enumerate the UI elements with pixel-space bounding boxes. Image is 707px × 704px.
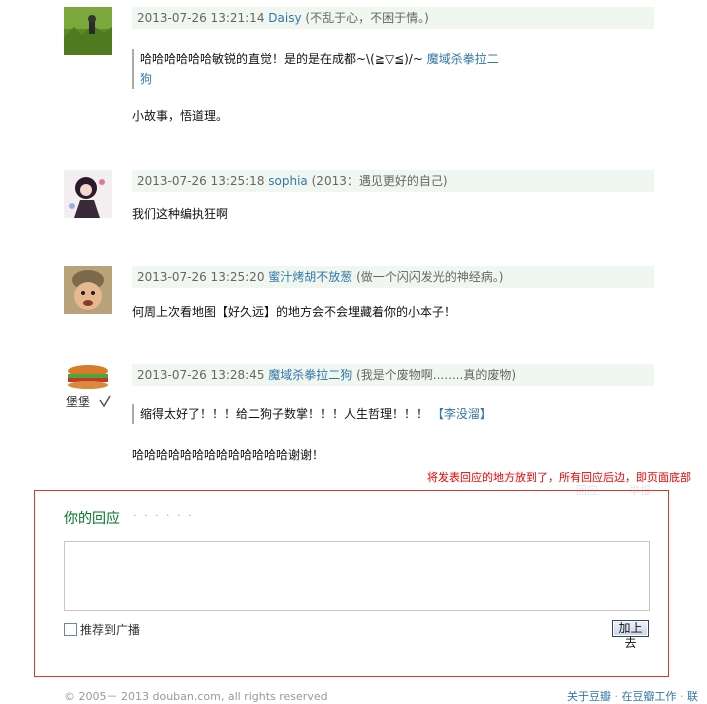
avatar[interactable]	[64, 170, 112, 218]
comment-text: 小故事，悟道理。	[132, 109, 229, 123]
comment-time: 2013-07-26 13:25:18	[137, 174, 265, 188]
avatar-image-field: 堡堡	[64, 364, 112, 412]
comment-text: 我们这种编执狂啊	[132, 207, 229, 221]
recommend-checkbox[interactable]	[64, 623, 77, 636]
comment-item: 2013-07-26 13:25:18 sophia (2013：遇见更好的自己…	[64, 170, 664, 230]
title-dots: · · · · · ·	[133, 509, 194, 522]
reply-section: 你的回应 · · · · · · 推荐到广播 加上去	[34, 490, 669, 677]
footer-link-jobs[interactable]: 在豆瓣工作	[622, 690, 677, 703]
comment-time: 2013-07-26 13:28:45	[137, 368, 265, 382]
avatar-image-field	[64, 170, 112, 218]
comment-quote: 哈哈哈哈哈哈敏锐的直觉！是的是在成都~\(≧▽≦)/~ 魔域杀拳拉二狗	[132, 49, 500, 89]
footer-link-contact[interactable]: 联	[687, 690, 698, 703]
avatar-image-field	[64, 266, 112, 314]
comment-user-link[interactable]: 魔域杀拳拉二狗	[268, 368, 352, 382]
comment-text: 何周上次看地图【好久远】的地方会不会埋藏着你的小本子！	[132, 305, 457, 319]
footer-copyright: © 2005－ 2013 douban.com, all rights rese…	[64, 690, 328, 703]
comment-signature: (2013：遇见更好的自己)	[311, 174, 448, 188]
comment-meta: 2013-07-26 13:28:45 魔域杀拳拉二狗 (我是个废物啊.....…	[132, 364, 654, 386]
recommend-label: 推荐到广播	[80, 623, 141, 637]
comment-meta: 2013-07-26 13:21:14 Daisy (不乱于心，不困于情。)	[132, 7, 654, 29]
comment-meta: 2013-07-26 13:25:18 sophia (2013：遇见更好的自己…	[132, 170, 654, 192]
avatar[interactable]	[64, 7, 112, 55]
reply-title: 你的回应	[64, 511, 120, 527]
comment-item: 2013-07-26 13:25:20 蜜汁烤胡不放葱 (做一个闪闪发光的神经病…	[64, 266, 664, 326]
avatar[interactable]: 堡堡	[64, 364, 112, 412]
quote-text: 哈哈哈哈哈哈敏锐的直觉！是的是在成都~\(≧▽≦)/~	[140, 52, 427, 66]
comment-meta: 2013-07-26 13:25:20 蜜汁烤胡不放葱 (做一个闪闪发光的神经病…	[132, 266, 654, 288]
comment-user-link[interactable]: Daisy	[268, 11, 301, 25]
reply-textarea[interactable]	[64, 541, 650, 611]
comment-user-link[interactable]: 蜜汁烤胡不放葱	[268, 270, 352, 284]
comment-time: 2013-07-26 13:25:20	[137, 270, 265, 284]
recommend-option[interactable]: 推荐到广播	[64, 622, 140, 638]
svg-text:堡堡: 堡堡	[66, 394, 90, 409]
comment-quote: 缩得太好了！！！给二狗子数掌！！！人生哲理！！！ 【李没溜】	[132, 404, 540, 424]
comment-text: 哈哈哈哈哈哈哈哈哈哈哈哈哈谢谢！	[132, 448, 325, 462]
comment-item: 堡堡 2013-07-26 13:28:45 魔域杀拳拉二狗 (我是个废物啊..…	[64, 364, 664, 474]
comment-signature: (做一个闪闪发光的神经病。)	[356, 270, 504, 284]
submit-button[interactable]: 加上去	[612, 620, 649, 650]
comment-signature: (不乱于心，不困于情。)	[305, 11, 429, 25]
avatar-image-field	[64, 7, 112, 55]
quote-author-link[interactable]: 【李没溜】	[432, 407, 492, 421]
comment-user-link[interactable]: sophia	[268, 174, 308, 188]
comment-time: 2013-07-26 13:21:14	[137, 11, 265, 25]
comment-item: 2013-07-26 13:21:14 Daisy (不乱于心，不困于情。) 哈…	[64, 7, 664, 127]
footer-links: 关于豆瓣 · 在豆瓣工作 · 联	[567, 690, 698, 703]
quote-text: 缩得太好了！！！给二狗子数掌！！！人生哲理！！！	[140, 407, 432, 421]
comment-signature: (我是个废物啊........真的废物)	[356, 368, 517, 382]
footer-link-about[interactable]: 关于豆瓣	[567, 690, 611, 703]
annotation-note: 将发表回应的地方放到了，所有回应后边，即页面底部	[427, 471, 691, 484]
avatar[interactable]	[64, 266, 112, 314]
